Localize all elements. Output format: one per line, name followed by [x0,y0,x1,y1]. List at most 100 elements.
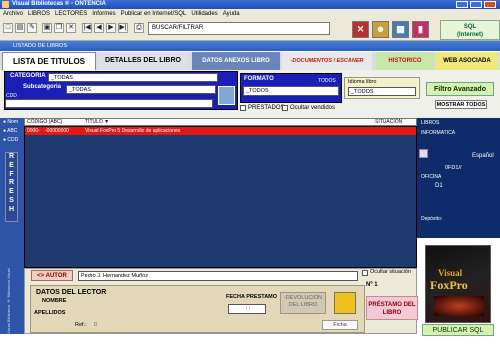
ref-label: Ref.: [75,322,87,328]
prestados-label: PRESTADOS [248,105,285,111]
info-libros: LIBROS [421,120,440,126]
oficina-label: OFICINA [421,174,442,180]
sort-options: ● Nom ● ABC ● CDD [3,118,23,146]
menu-lectores[interactable]: LECTORES [55,9,87,20]
grid-header: CÓDIGO (ABC) TÍTULO ▼ SITUACIÓN [24,118,417,126]
sql-label: SQL [463,24,477,30]
idioma-label: Idioma libro [348,79,377,85]
minimize-button[interactable] [456,1,468,8]
info-idioma: Español [472,153,494,159]
tab-lista-titulos[interactable]: LISTA DE TITULOS [2,52,96,70]
menu-archivo[interactable]: Archivo [3,9,23,20]
ocultar-situacion-checkbox[interactable] [362,270,368,276]
menu-publicar[interactable]: Publicar en Internet/SQL [121,9,187,20]
filtro-avanzado-button[interactable]: Filtro Avanzado [426,82,494,96]
sort-nom[interactable]: ● Nom [3,118,23,127]
refresh-button[interactable]: REFRESH [5,152,18,222]
menu-libros[interactable]: LIBROS [28,9,50,20]
person-icon[interactable]: ☻ [372,21,389,38]
nombre-label: NOMBRE [42,298,67,304]
formato-select[interactable]: _TODOS [243,86,339,96]
cdd-input[interactable] [5,99,213,108]
mostrar-todos-button[interactable]: MOSTRAR TODOS [435,100,487,109]
fecha-prestamo-input[interactable]: / / [228,304,266,314]
maximize-button[interactable] [470,1,482,8]
first-icon[interactable]: |◀ [82,23,92,33]
ocultar-vendidos-checkbox[interactable] [282,105,288,111]
cell-codigo: 0000- [27,128,40,134]
lectores-icon[interactable] [334,292,356,314]
books-grid[interactable]: 0000- -00000000 Visual FoxPro 5 Desarrol… [24,126,417,268]
window-controls [456,1,498,9]
menu-informes[interactable]: Informes [92,9,115,20]
sort-abc[interactable]: ● ABC [3,127,23,136]
side-brand-label: Visual Biblioteca ® Biblioteca Visual [6,268,11,334]
chart-icon[interactable]: ▮ [412,21,429,38]
tab-documentos-escaner[interactable]: -DOCUMENTOS / ESCANER [282,52,372,70]
autor-field[interactable]: Pedro J. Hernandez Muñoz [78,271,358,281]
apellidos-label: APELLIDOS [34,310,66,316]
subcategoria-select[interactable]: _TODAS [66,85,216,94]
cell-codigo2: -00000000 [45,128,69,134]
refresh-label: REFRESH [9,153,15,213]
oficina-value: D1 [435,183,443,189]
ref-value: 0 [94,322,98,328]
report-icon[interactable]: ▦ [392,21,409,38]
close-button[interactable] [484,1,496,8]
prestamo-button[interactable]: PRÉSTAMO DEL LIBRO [366,296,418,320]
info-panel: LIBROS INFORMATICA Español 0FD1// OFICIN… [417,118,500,238]
save-icon[interactable]: ▣ [42,23,52,33]
deposito-label: Depósito: [421,216,443,222]
sort-cdd[interactable]: ● CDD [3,136,23,145]
autor-button[interactable]: <> AUTOR [31,270,73,281]
subcategoria-label: Subcategoria [23,84,62,90]
print-icon[interactable]: ⎙ [134,23,144,33]
red-x-icon[interactable]: ✕ [352,21,369,38]
book-title-1: Visual [438,268,463,278]
ocultar-situacion-label: Ocultar situación [370,269,411,275]
open-icon[interactable]: ▤ [15,23,25,33]
last-icon[interactable]: ▶| [118,23,128,33]
cell-titulo: Visual FoxPro 5 Desarrollo de aplicacion… [85,128,181,134]
info-informatica: INFORMATICA [421,130,456,136]
menu-ayuda[interactable]: Ayuda [223,9,240,20]
next-icon[interactable]: ▶ [106,23,116,33]
edit-icon[interactable]: ✎ [27,23,37,33]
ocultar-vendidos-label: Ocultar vendidos [290,105,336,111]
prestados-checkbox[interactable] [240,105,246,111]
sql-internet-button[interactable]: SQL (Internet) [440,20,500,40]
sql-internet-label: (Internet) [457,32,483,38]
clear-filter-icon[interactable] [218,86,235,105]
tab-web-asociada[interactable]: WEB ASOCIADA [436,52,498,70]
window-titlebar: Visual Bibliotecas ® - ONTENCIA [0,0,500,9]
new-icon[interactable]: □ [3,23,13,33]
col-titulo[interactable]: TÍTULO ▼ [85,119,109,126]
window-title: Visual Bibliotecas ® - ONTENCIA [12,1,106,7]
menu-bar: Archivo LIBROS LECTORES Informes Publica… [0,9,500,20]
copy-icon[interactable]: ❐ [54,23,64,33]
book-cover-image: Visual FoxPro [425,245,491,323]
table-row[interactable]: 0000- -00000000 Visual FoxPro 5 Desarrol… [25,127,416,135]
tab-detalles-libro[interactable]: DETALLES DEL LIBRO [98,52,188,70]
idioma-select[interactable]: _TODOS [348,87,416,96]
formato-label: FORMATO [244,76,274,82]
col-codigo[interactable]: CÓDIGO (ABC) [27,119,62,126]
numero-label: Nº 1 [366,282,378,288]
link-icon[interactable] [419,149,428,158]
app-icon [2,1,9,8]
tab-datos-anexos[interactable]: DATOS ANEXOS LIBRO [192,52,280,70]
ficha-button[interactable]: Ficha [322,320,358,330]
prev-icon[interactable]: ◀ [94,23,104,33]
tab-bar: LISTA DE TITULOS DETALLES DEL LIBRO DATO… [0,52,500,70]
book-art [434,296,484,316]
devolucion-button[interactable]: -DEVOLUCIÓN DEL LIBRO [280,292,326,314]
tab-historico[interactable]: HISTORICO [376,52,434,70]
menu-utilidades[interactable]: Utilidades [191,9,217,20]
publicar-sql-button[interactable]: PUBLICAR SQL [422,324,494,336]
book-title-2: FoxPro [430,278,468,292]
subwindow-title: LISTADO DE LIBROS [13,43,67,49]
search-filter-input[interactable]: BUSCAR/FILTRAR [148,22,330,35]
cancel-icon[interactable]: ✕ [66,23,76,33]
categoria-select[interactable]: _TODAS [48,73,218,82]
col-situacion[interactable]: SITUACIÓN [375,119,402,126]
